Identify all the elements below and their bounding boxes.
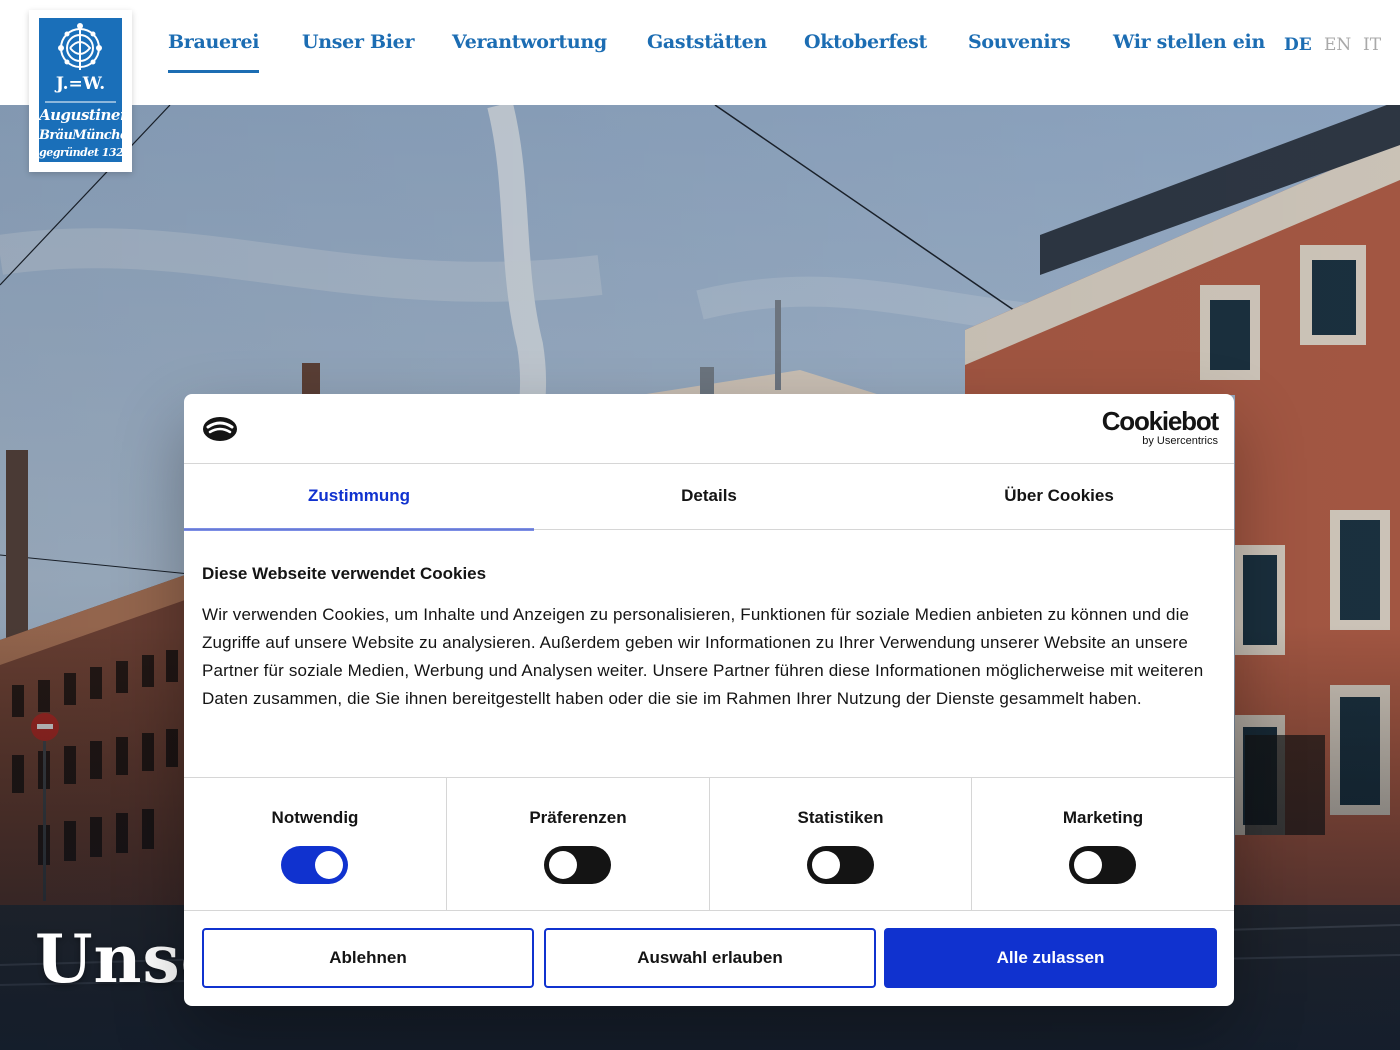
cookiebot-logo-icon [203,417,237,441]
tab-details[interactable]: Details [534,464,884,530]
pref-label: Statistiken [797,808,884,827]
toggle-knob [811,851,840,879]
reject-button[interactable]: Ablehnen [202,928,534,988]
dialog-header: Cookiebot by Usercentrics [184,394,1234,464]
cookie-consent-dialog: Cookiebot by Usercentrics Zustimmung Det… [184,394,1234,1006]
dialog-description: Wir verwenden Cookies, um Inhalte und An… [202,605,1204,708]
cookiebot-wordmark: Cookiebot [1101,406,1220,436]
pref-marketing: Marketing [971,778,1234,910]
nav-item-oktoberfest[interactable]: Oktoberfest [804,31,927,73]
augustiner-logo[interactable]: J.=W. Augustiner BräuMünchen gegründet 1… [29,10,132,172]
pref-label: Marketing [1062,808,1144,827]
dialog-heading: Diese Webseite verwendet Cookies [202,564,487,583]
nav-item-verantwortung[interactable]: Verantwortung [452,31,607,73]
toggle-knob [549,851,577,879]
allow-selection-button[interactable]: Auswahl erlauben [544,928,876,988]
allow-all-button[interactable]: Alle zulassen [884,928,1217,988]
pref-praeferenzen: Präferenzen [446,778,709,910]
cookiebot-brand: Cookiebot by Usercentrics [1101,406,1220,447]
language-en[interactable]: EN [1324,35,1351,55]
dialog-body: Diese Webseite verwendet Cookies Wir ver… [202,564,1217,713]
nav-item-souvenirs[interactable]: Souvenirs [968,31,1071,73]
dialog-tabs: Zustimmung Details Über Cookies [184,464,1234,531]
toggle-knob [1074,851,1102,879]
pref-label: Präferenzen [529,808,627,827]
pref-statistiken: Statistiken [709,778,971,910]
tab-ueber-cookies[interactable]: Über Cookies [884,464,1234,530]
nav-item-brauerei[interactable]: Brauerei [168,31,260,73]
site-header: Brauerei Unser Bier Verantwortung Gastst… [0,0,1400,105]
logo-wordmark-2: BräuMünchen [39,128,122,143]
statistiken-toggle[interactable] [806,846,874,884]
logo-wordmark-1: Augustiner [39,106,122,124]
tab-zustimmung[interactable]: Zustimmung [184,464,534,531]
language-it[interactable]: IT [1363,35,1381,55]
logo-monogram: J.=W. [55,74,106,94]
language-de[interactable]: DE [1284,35,1312,55]
pref-label: Notwendig [271,808,359,827]
consent-preferences: Notwendig Präferenzen Statistiken Market… [184,777,1234,911]
cookiebot-byline: by Usercentrics [1142,435,1218,447]
toggle-knob [315,851,343,879]
logo-badge: J.=W. Augustiner BräuMünchen gegründet 1… [39,18,122,162]
notwendig-toggle[interactable] [281,846,348,884]
praeferenzen-toggle[interactable] [544,846,611,884]
nav-item-gaststaetten[interactable]: Gaststätten [647,31,767,73]
logo-founded: gegründet 1328 [39,146,122,159]
nav-item-unser-bier[interactable]: Unser Bier [302,31,414,73]
nav-item-wir-stellen-ein[interactable]: Wir stellen ein [1113,31,1265,73]
pref-notwendig: Notwendig [184,778,446,910]
marketing-toggle[interactable] [1069,846,1136,884]
